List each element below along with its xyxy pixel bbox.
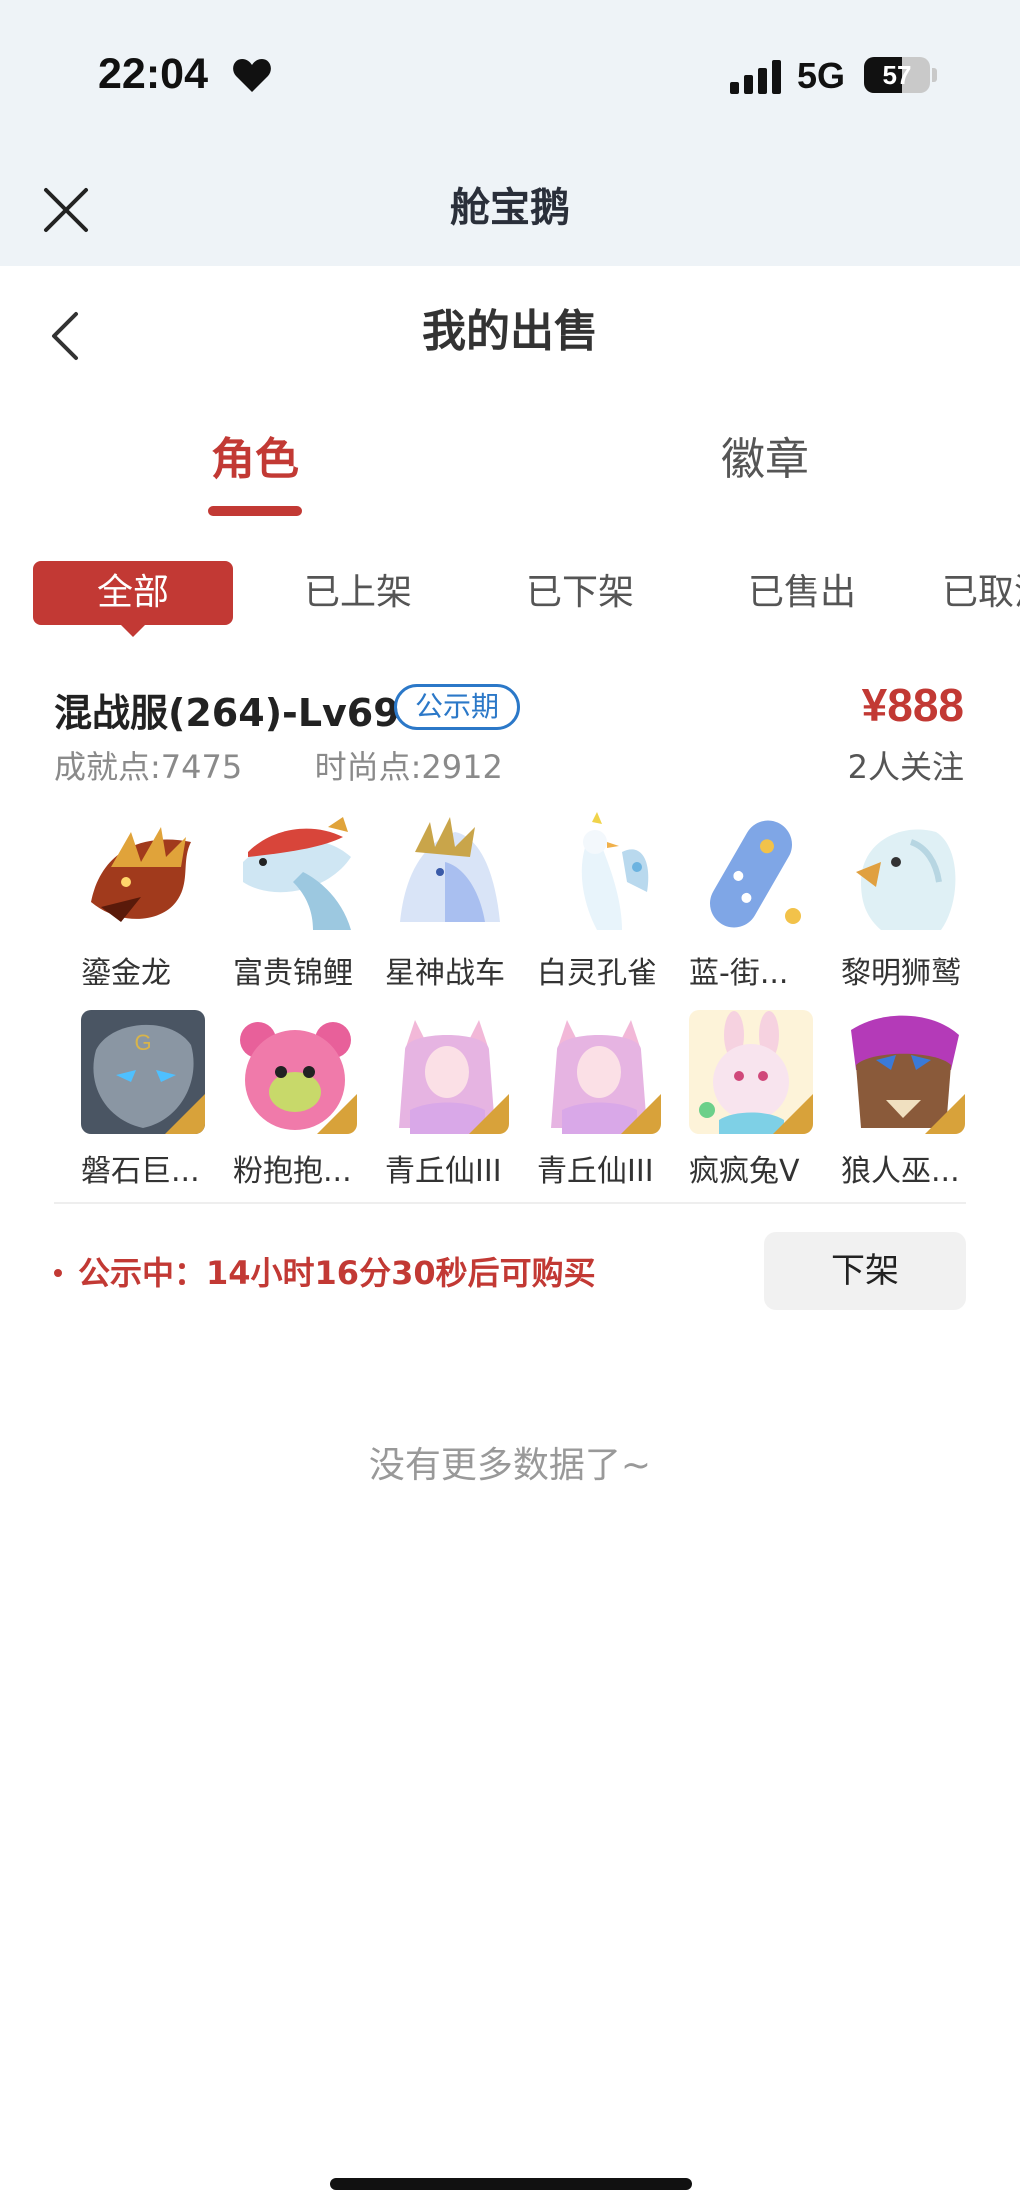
item-tile[interactable]: G 磐石巨... (56, 1010, 206, 1200)
back-arrow-icon[interactable] (46, 308, 86, 364)
no-more-data: 没有更多数据了~ (368, 1445, 652, 1486)
battery-level: 57 (882, 60, 912, 90)
star-chariot-icon (385, 812, 509, 936)
browser-header: 舱宝鹅 (0, 150, 1020, 266)
item-tile[interactable]: 青丘仙III (360, 1010, 510, 1200)
crazy-rabbit-icon (689, 1010, 813, 1134)
achievement-label: 成就点: (54, 748, 161, 786)
listing-stats: 成就点:7475 时尚点:2912 (54, 742, 503, 788)
svg-text:G: G (134, 1030, 151, 1055)
fox-fairy-icon (385, 1010, 509, 1134)
item-tile[interactable]: 狼人巫... (816, 1010, 966, 1200)
gold-dragon-icon (81, 812, 205, 936)
filter-active-pointer (118, 622, 148, 637)
countdown-status: 公示中：14小时16分30秒后可购买 (54, 1248, 596, 1294)
pink-bear-icon (233, 1010, 357, 1134)
followers-count: 2人关注 (847, 748, 964, 786)
fox-fairy-icon (537, 1010, 661, 1134)
tab-role[interactable]: 角色 (145, 410, 365, 510)
divider (54, 1202, 966, 1204)
battery-icon: 57 (864, 57, 937, 93)
fashion-value: 2912 (421, 748, 503, 786)
peacock-icon (537, 812, 661, 936)
filter-listed[interactable]: 已上架 (304, 561, 412, 625)
close-icon[interactable] (40, 184, 92, 236)
koi-icon (233, 812, 357, 936)
item-tile[interactable]: 黎明狮鹫 (816, 812, 966, 1002)
home-indicator[interactable] (330, 2178, 692, 2190)
fashion-label: 时尚点: (314, 748, 422, 786)
item-tile[interactable]: 星神战车 (360, 812, 510, 1002)
item-tile[interactable]: 鎏金龙 (56, 812, 206, 1002)
status-dot (54, 1269, 62, 1277)
item-tile[interactable]: 疯疯兔V (664, 1010, 814, 1200)
signal-icon (730, 60, 781, 94)
griffin-icon (841, 812, 965, 936)
listing-price: ¥888 (861, 679, 964, 731)
item-name: 黎明狮鹫 (841, 956, 961, 991)
item-tile[interactable]: 粉抱抱... (208, 1010, 358, 1200)
item-tile[interactable]: 富贵锦鲤 (208, 812, 358, 1002)
filter-delisted[interactable]: 已下架 (526, 561, 634, 625)
network-label: 5G (797, 55, 846, 96)
status-time: 22:04 (98, 50, 208, 98)
item-tile[interactable]: 蓝-街... (664, 812, 814, 1002)
filter-sold[interactable]: 已售出 (748, 561, 856, 625)
achievement-value: 7475 (160, 748, 243, 786)
countdown-text: 公示中：14小时16分30秒后可购买 (78, 1254, 596, 1292)
item-name: 狼人巫... (841, 1154, 960, 1189)
delist-button[interactable]: 下架 (764, 1232, 966, 1310)
status-bar: 22:04 5G 57 (0, 0, 1020, 150)
heart-icon (233, 59, 271, 92)
status-filter-bar: 全部 已上架 已下架 已售出 已取消 (0, 555, 1020, 635)
browser-title: 舱宝鹅 (450, 185, 570, 231)
page-header: 我的出售 (0, 266, 1020, 398)
active-tab-indicator (208, 506, 302, 516)
filter-cancelled[interactable]: 已取消 (942, 561, 1020, 625)
werewolf-icon (841, 1010, 965, 1134)
filter-all[interactable]: 全部 (33, 561, 233, 625)
tab-badge[interactable]: 徽章 (655, 410, 875, 510)
item-tile[interactable]: 白灵孔雀 (512, 812, 662, 1002)
listing-card[interactable]: 混战服(264)-Lv69 公示期 ¥888 成就点:7475 时尚点:2912… (0, 670, 1020, 1330)
status-badge: 公示期 (394, 684, 521, 730)
main-tabs: 角色 徽章 (0, 410, 1020, 520)
item-tile[interactable]: 青丘仙III (512, 1010, 662, 1200)
rock-giant-icon: G (81, 1010, 205, 1134)
listing-server-name: 混战服(264)-Lv69 (54, 691, 400, 735)
skateboard-icon (689, 812, 813, 936)
page-title: 我的出售 (422, 306, 598, 357)
